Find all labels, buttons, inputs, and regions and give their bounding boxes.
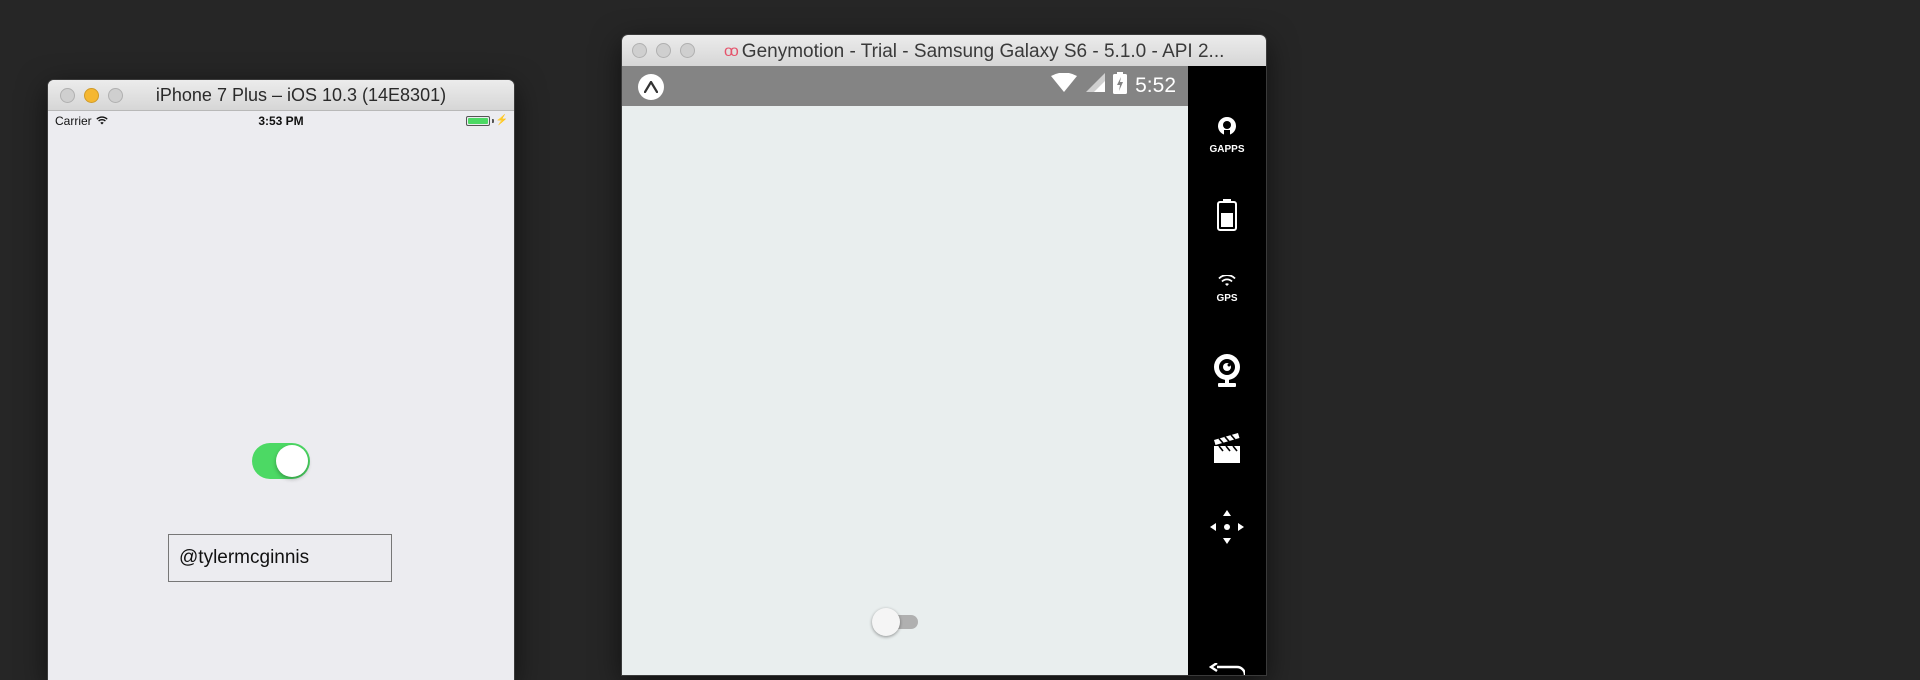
gapps-icon: [1215, 116, 1239, 143]
battery-icon: ⚡: [465, 115, 508, 126]
minimize-window-button[interactable]: [656, 43, 671, 58]
genymotion-logo-icon: oo: [724, 43, 739, 60]
android-switch-thumb: [872, 608, 900, 636]
battery-icon: [1217, 199, 1237, 236]
ios-window-titlebar[interactable]: iPhone 7 Plus – iOS 10.3 (14E8301): [48, 80, 514, 111]
ios-status-time: 3:53 PM: [258, 114, 304, 128]
expo-icon[interactable]: [638, 74, 664, 100]
close-window-button[interactable]: [632, 43, 647, 58]
ios-window-title: iPhone 7 Plus – iOS 10.3 (14E8301): [155, 84, 447, 105]
gapps-label: GAPPS: [1209, 144, 1245, 155]
genymotion-window: oo Genymotion - Trial - Samsung Galaxy S…: [622, 35, 1266, 675]
window-controls: [632, 43, 695, 58]
camera-icon: [1212, 353, 1242, 394]
genymotion-title: oo Genymotion - Trial - Samsung Galaxy S…: [724, 41, 1224, 63]
bolt-icon: ⚡: [495, 115, 508, 126]
media-button[interactable]: [1188, 432, 1266, 469]
media-icon: [1212, 432, 1242, 469]
battery-icon: [1113, 72, 1128, 99]
dpad-button[interactable]: [1188, 509, 1266, 550]
genymotion-titlebar[interactable]: oo Genymotion - Trial - Samsung Galaxy S…: [622, 35, 1266, 67]
ios-status-bar: Carrier 3:53 PM ⚡: [48, 111, 514, 131]
gps-button[interactable]: GPS: [1188, 274, 1266, 304]
camera-button[interactable]: [1188, 353, 1266, 394]
minimize-window-button[interactable]: [84, 88, 99, 103]
genymotion-title-text: Genymotion - Trial - Samsung Galaxy S6 -…: [741, 41, 1225, 62]
window-controls: [60, 88, 123, 103]
gapps-button[interactable]: GAPPS: [1188, 116, 1266, 155]
android-status-bar: 5:52: [622, 66, 1188, 106]
android-toggle-switch[interactable]: [872, 606, 924, 636]
signal-icon: [1085, 73, 1106, 98]
android-screen: 5:52: [622, 66, 1188, 675]
zoom-window-button[interactable]: [108, 88, 123, 103]
wifi-icon: [1051, 72, 1078, 98]
back-button[interactable]: [1188, 662, 1266, 675]
username-input[interactable]: [168, 534, 392, 582]
ios-simulator-window: iPhone 7 Plus – iOS 10.3 (14E8301) Carri…: [48, 80, 514, 680]
dpad-icon: [1209, 509, 1245, 550]
android-status-time: 5:52: [1135, 73, 1176, 97]
genymotion-sidebar: GAPPS GPS: [1188, 66, 1266, 675]
gps-icon: [1216, 274, 1238, 292]
battery-button[interactable]: [1188, 199, 1266, 236]
ios-toggle-switch[interactable]: [252, 443, 310, 479]
android-status-icons: 5:52: [1051, 72, 1176, 99]
close-window-button[interactable]: [60, 88, 75, 103]
gps-label: GPS: [1216, 293, 1238, 304]
ios-toggle-knob: [276, 445, 308, 477]
zoom-window-button[interactable]: [680, 43, 695, 58]
back-icon: [1208, 662, 1247, 675]
